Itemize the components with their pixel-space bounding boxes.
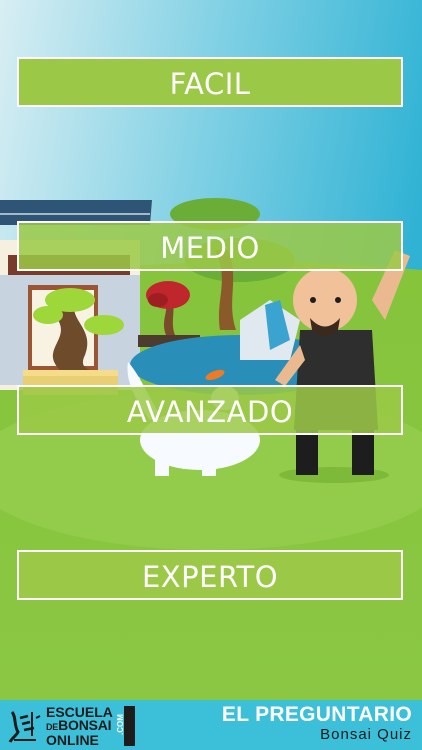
level-button-avanzado[interactable]: AVANZADO: [17, 385, 403, 435]
school-name-line2: BONSAI: [58, 717, 112, 733]
level-button-avanzado-label: AVANZADO: [126, 395, 294, 429]
footer-bar: ESCUELA DEBONSAI ONLINE .COM EL PREGUNTA…: [0, 700, 422, 750]
level-button-facil-label: FACIL: [169, 67, 251, 101]
app-logo: EL PREGUNTARIO Bonsai Quiz: [222, 704, 412, 743]
level-select-screen: FACIL MEDIO AVANZADO EXPERTO ESCUELA DEB…: [0, 0, 422, 750]
app-subtitle: Bonsai Quiz: [320, 726, 412, 743]
school-domain-text: .COM: [115, 714, 125, 735]
school-domain-badge: .COM: [116, 706, 135, 746]
level-button-medio-label: MEDIO: [160, 231, 260, 265]
escuela-de-bonsai-logo[interactable]: ESCUELA DEBONSAI ONLINE .COM: [6, 704, 136, 748]
level-button-facil[interactable]: FACIL: [17, 57, 403, 107]
calligraphy-bonsai-icon: [8, 710, 41, 743]
level-button-medio[interactable]: MEDIO: [17, 221, 403, 271]
level-button-experto[interactable]: EXPERTO: [17, 550, 403, 600]
level-button-experto-label: EXPERTO: [141, 560, 279, 594]
school-name-line2-prefix: DE: [46, 722, 59, 732]
school-name-line3: ONLINE: [46, 732, 99, 748]
app-title: EL PREGUNTARIO: [221, 703, 412, 726]
